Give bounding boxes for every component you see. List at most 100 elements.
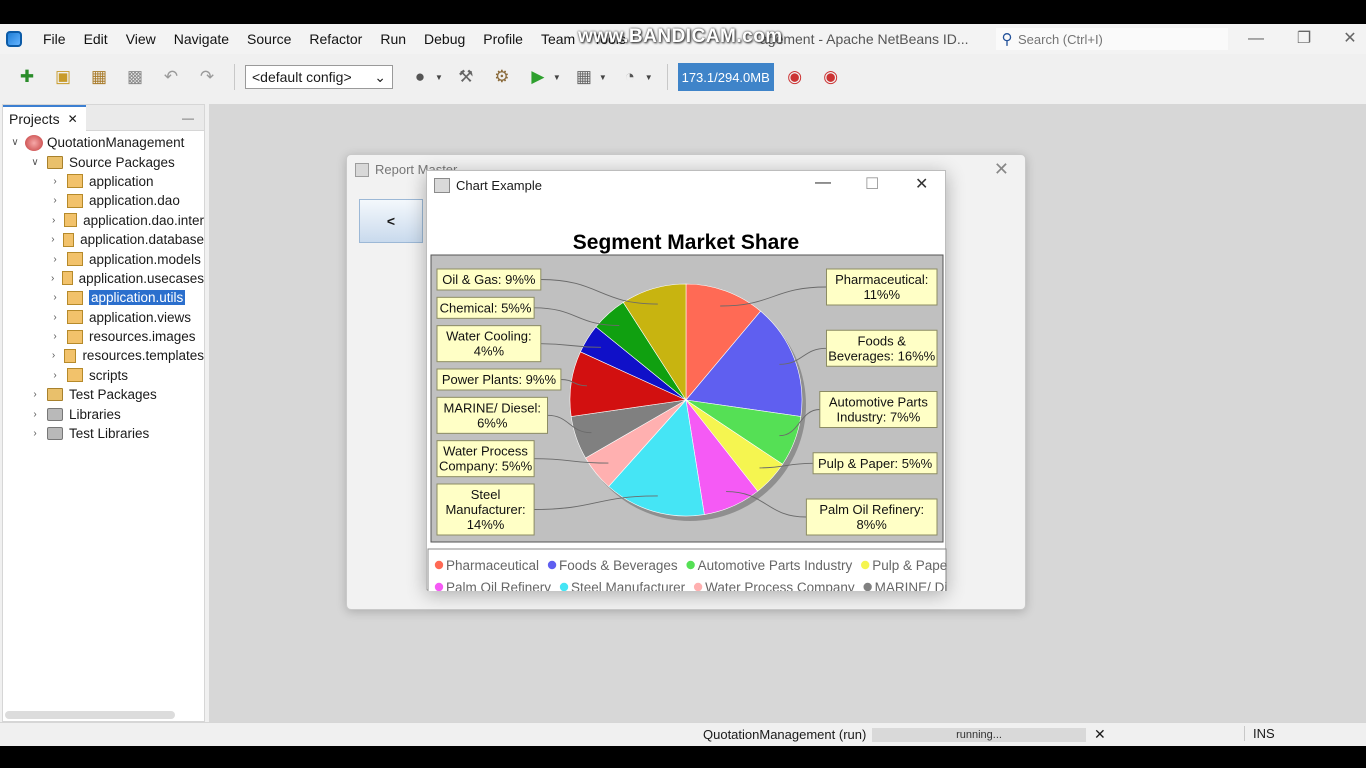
chevron-right-icon[interactable]: › — [49, 312, 61, 323]
profiler-icon: ◉ — [823, 67, 839, 86]
chart-example-window: Chart Example — ☐ ✕ Segment Market Share… — [426, 170, 947, 591]
tree-item[interactable]: › Libraries — [3, 404, 204, 423]
horizontal-scrollbar[interactable] — [5, 711, 175, 719]
chevron-right-icon[interactable]: › — [49, 350, 58, 361]
minimize-window-button[interactable]: — — [1238, 28, 1274, 50]
tree-item[interactable]: ∨ QuotationManagement — [3, 133, 204, 152]
tree-item-label: application.usecases — [78, 270, 204, 286]
save-all-button[interactable]: ▩ — [122, 64, 148, 90]
cancel-run-icon[interactable]: ✕ — [1094, 726, 1106, 743]
slice-label: MARINE/ Diesel: — [443, 400, 541, 415]
run-dropdown-icon[interactable]: ▼ — [553, 73, 561, 82]
menu-team[interactable]: Team — [532, 31, 584, 47]
tree-item[interactable]: › Test Packages — [3, 385, 204, 404]
profile-dropdown-icon[interactable]: ▼ — [645, 73, 653, 82]
library-icon — [47, 427, 63, 441]
chevron-right-icon[interactable]: › — [29, 428, 41, 439]
tree-item-label: Test Packages — [69, 387, 157, 403]
config-select[interactable]: <default config> ⌄ — [245, 65, 393, 89]
chevron-right-icon[interactable]: › — [49, 273, 56, 284]
menu-debug[interactable]: Debug — [415, 31, 474, 47]
search-icon: ⚲ — [1001, 31, 1013, 48]
chevron-right-icon[interactable]: › — [49, 234, 57, 245]
undo-button[interactable]: ↶ — [158, 64, 184, 90]
open-folder-icon: ▦ — [90, 67, 108, 86]
chart-window-title: Chart Example — [456, 177, 542, 193]
tree-item[interactable]: › application.dao — [3, 191, 204, 210]
gc-button[interactable]: ◉ — [782, 64, 808, 90]
tree-item-label: application.models — [89, 251, 201, 267]
tree-item[interactable]: ∨ Source Packages — [3, 152, 204, 171]
menu-file[interactable]: File — [34, 31, 75, 47]
new-file-button[interactable]: ✚ — [14, 64, 40, 90]
tree-item[interactable]: › Test Libraries — [3, 424, 204, 443]
tree-item[interactable]: › resources.templates — [3, 346, 204, 365]
chevron-right-icon[interactable]: › — [29, 409, 41, 420]
browser-button[interactable]: ● — [407, 64, 433, 90]
slice-label: Chemical: 5%% — [440, 300, 532, 315]
browser-dropdown-icon[interactable]: ▼ — [435, 73, 443, 82]
memory-meter[interactable]: 173.1/294.0MB — [677, 63, 774, 91]
chevron-right-icon[interactable]: › — [49, 254, 61, 265]
chevron-right-icon[interactable]: › — [49, 195, 61, 206]
tree-item[interactable]: › application.database — [3, 230, 204, 249]
clean-build-button[interactable]: ⚙ — [489, 64, 515, 90]
chevron-right-icon[interactable]: › — [49, 176, 61, 187]
chevron-right-icon[interactable]: › — [49, 215, 58, 226]
pie-chart: Segment Market Share Pharmaceutical:11%%… — [427, 231, 947, 591]
menu-view[interactable]: View — [117, 31, 165, 47]
project-tree: ∨ QuotationManagement ∨ Source Packages › app… — [3, 131, 204, 443]
chart-close-button[interactable]: ✕ — [915, 174, 928, 194]
tree-item-label: application.utils — [89, 290, 186, 306]
legend-entry: Foods & Beverages — [559, 558, 678, 573]
tree-item[interactable]: › application.utils — [3, 288, 204, 307]
search-box[interactable]: ⚲ — [996, 28, 1228, 50]
menu-run[interactable]: Run — [371, 31, 415, 47]
java-app-icon — [434, 177, 450, 193]
debug-button[interactable]: ▦ — [571, 64, 597, 90]
redo-button[interactable]: ↷ — [194, 64, 220, 90]
build-button[interactable]: ⚒ — [453, 64, 479, 90]
tree-item[interactable]: › application.dao.inter — [3, 211, 204, 230]
menu-navigate[interactable]: Navigate — [165, 31, 238, 47]
chevron-right-icon[interactable]: › — [49, 370, 61, 381]
tree-item[interactable]: › resources.images — [3, 327, 204, 346]
search-input[interactable] — [1018, 31, 1218, 47]
restore-window-button[interactable]: ❐ — [1286, 28, 1322, 50]
back-button[interactable]: < — [359, 199, 423, 243]
menu-source[interactable]: Source — [238, 31, 300, 47]
chevron-down-icon[interactable]: ∨ — [29, 157, 41, 168]
chevron-right-icon[interactable]: › — [49, 292, 61, 303]
tree-item[interactable]: › application.models — [3, 249, 204, 268]
tree-item-label: application.database — [80, 232, 204, 248]
slice-label: 14%% — [467, 517, 505, 532]
package-icon — [67, 290, 83, 305]
open-project-button[interactable]: ▦ — [86, 64, 112, 90]
minimize-panel-icon[interactable]: — — [182, 111, 194, 125]
profile-button[interactable]: ◔ — [617, 64, 643, 90]
tab-projects[interactable]: Projects ✕ — [3, 104, 86, 131]
chevron-right-icon[interactable]: › — [49, 331, 61, 342]
close-icon[interactable]: ✕ — [68, 112, 78, 126]
tree-item-label: resources.images — [89, 329, 196, 345]
menu-refactor[interactable]: Refactor — [300, 31, 371, 47]
chevron-down-icon[interactable]: ∨ — [9, 137, 21, 148]
chart-maximize-button[interactable]: ☐ — [865, 174, 879, 194]
chevron-right-icon[interactable]: › — [29, 389, 41, 400]
run-button[interactable]: ▶ — [525, 64, 551, 90]
chart-minimize-button[interactable]: — — [815, 174, 831, 192]
close-window-button[interactable]: ✕ — [1332, 28, 1366, 50]
profiler-snapshot-button[interactable]: ◉ — [818, 64, 844, 90]
report-master-close-button[interactable]: ✕ — [994, 159, 1009, 180]
debug-dropdown-icon[interactable]: ▼ — [599, 73, 607, 82]
run-task-label[interactable]: QuotationManagement (run) — [703, 727, 866, 742]
menu-profile[interactable]: Profile — [474, 31, 532, 47]
tree-item[interactable]: › application.usecases — [3, 269, 204, 288]
menu-edit[interactable]: Edit — [75, 31, 117, 47]
tree-item[interactable]: › application — [3, 172, 204, 191]
new-project-button[interactable]: ▣ — [50, 64, 76, 90]
new-project-icon: ▣ — [54, 67, 72, 86]
legend-entry: MARINE/ Diesel — [875, 580, 947, 591]
tree-item[interactable]: › scripts — [3, 366, 204, 385]
tree-item[interactable]: › application.views — [3, 308, 204, 327]
